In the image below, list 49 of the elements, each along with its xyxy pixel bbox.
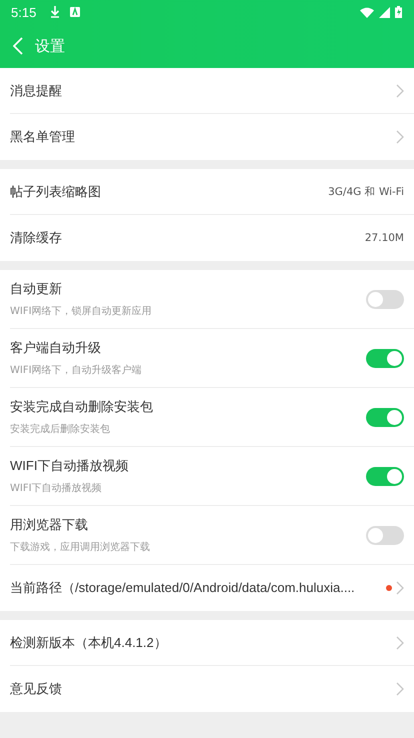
chevron-icon	[396, 682, 404, 696]
toggle-switch[interactable]	[366, 348, 404, 368]
row-label: 客户端自动升级	[10, 339, 102, 357]
settings-row[interactable]: 意见反馈	[10, 666, 414, 712]
row-description: WIFI下自动播放视频	[10, 482, 103, 495]
settings-row[interactable]: 自动更新 WIFI网络下，锁屏自动更新应用	[10, 270, 414, 329]
signal-icon	[379, 6, 390, 18]
row-label: 用浏览器下载	[10, 516, 89, 534]
download-icon	[50, 6, 60, 18]
toggle-switch[interactable]	[366, 466, 404, 486]
row-description: WIFI网络下，锁屏自动更新应用	[10, 304, 153, 318]
chevron-icon	[396, 636, 404, 650]
settings-row[interactable]: 清除缓存 27.10M	[10, 215, 414, 261]
row-description: WIFI网络下，自动升级客户端	[10, 364, 143, 377]
row-label: 意见反馈	[10, 680, 63, 698]
chevron-icon	[396, 130, 404, 144]
toggle-switch[interactable]	[366, 526, 404, 544]
settings-row[interactable]: 消息提醒	[10, 68, 414, 114]
row-label: WIFI下自动播放视频	[10, 457, 130, 475]
settings-row[interactable]: 用浏览器下载 下载游戏，应用调用浏览器下载	[10, 506, 414, 565]
chevron-icon	[396, 581, 404, 595]
settings-row[interactable]: 黑名单管理	[10, 114, 414, 160]
row-label: 自动更新	[10, 280, 63, 298]
settings-row[interactable]: 安装完成自动删除安装包 安装完成后删除安装包	[10, 388, 414, 447]
back-icon[interactable]	[13, 37, 23, 55]
row-label: 清除缓存	[10, 229, 63, 247]
row-label: 当前路径（/storage/emulated/0/Android/data/com.huluxia....	[10, 579, 356, 597]
chevron-icon	[396, 84, 404, 98]
row-description: 安装完成后删除安装包	[10, 422, 111, 436]
settings-row[interactable]: WIFI下自动播放视频 WIFI下自动播放视频	[10, 447, 414, 506]
toggle-switch[interactable]	[366, 408, 404, 426]
wifi-icon	[360, 6, 374, 18]
settings-row[interactable]: 客户端自动升级 WIFI网络下，自动升级客户端	[10, 329, 414, 388]
row-label: 检测新版本（本机4.4.1.2）	[10, 634, 168, 652]
settings-row[interactable]: 当前路径（/storage/emulated/0/Android/data/com.huluxia....	[10, 565, 414, 611]
status-time: 5:15	[11, 4, 36, 20]
row-value: 27.10M	[364, 232, 404, 244]
notification-icon	[70, 7, 80, 17]
battery-icon	[395, 6, 402, 18]
settings-row[interactable]: 帖子列表缩略图 3G/4G 和 Wi-Fi	[10, 169, 414, 215]
row-label: 消息提醒	[10, 82, 63, 100]
row-label: 安装完成自动删除安装包	[10, 398, 154, 416]
row-value: 3G/4G 和 Wi-Fi	[328, 184, 404, 198]
row-label: 黑名单管理	[10, 128, 76, 146]
row-label: 帖子列表缩略图	[10, 182, 102, 200]
row-description: 下载游戏，应用调用浏览器下载	[10, 540, 151, 554]
settings-row[interactable]: 检测新版本（本机4.4.1.2）	[10, 620, 414, 666]
page-title: 设置	[35, 36, 65, 56]
toggle-switch[interactable]	[366, 290, 404, 308]
